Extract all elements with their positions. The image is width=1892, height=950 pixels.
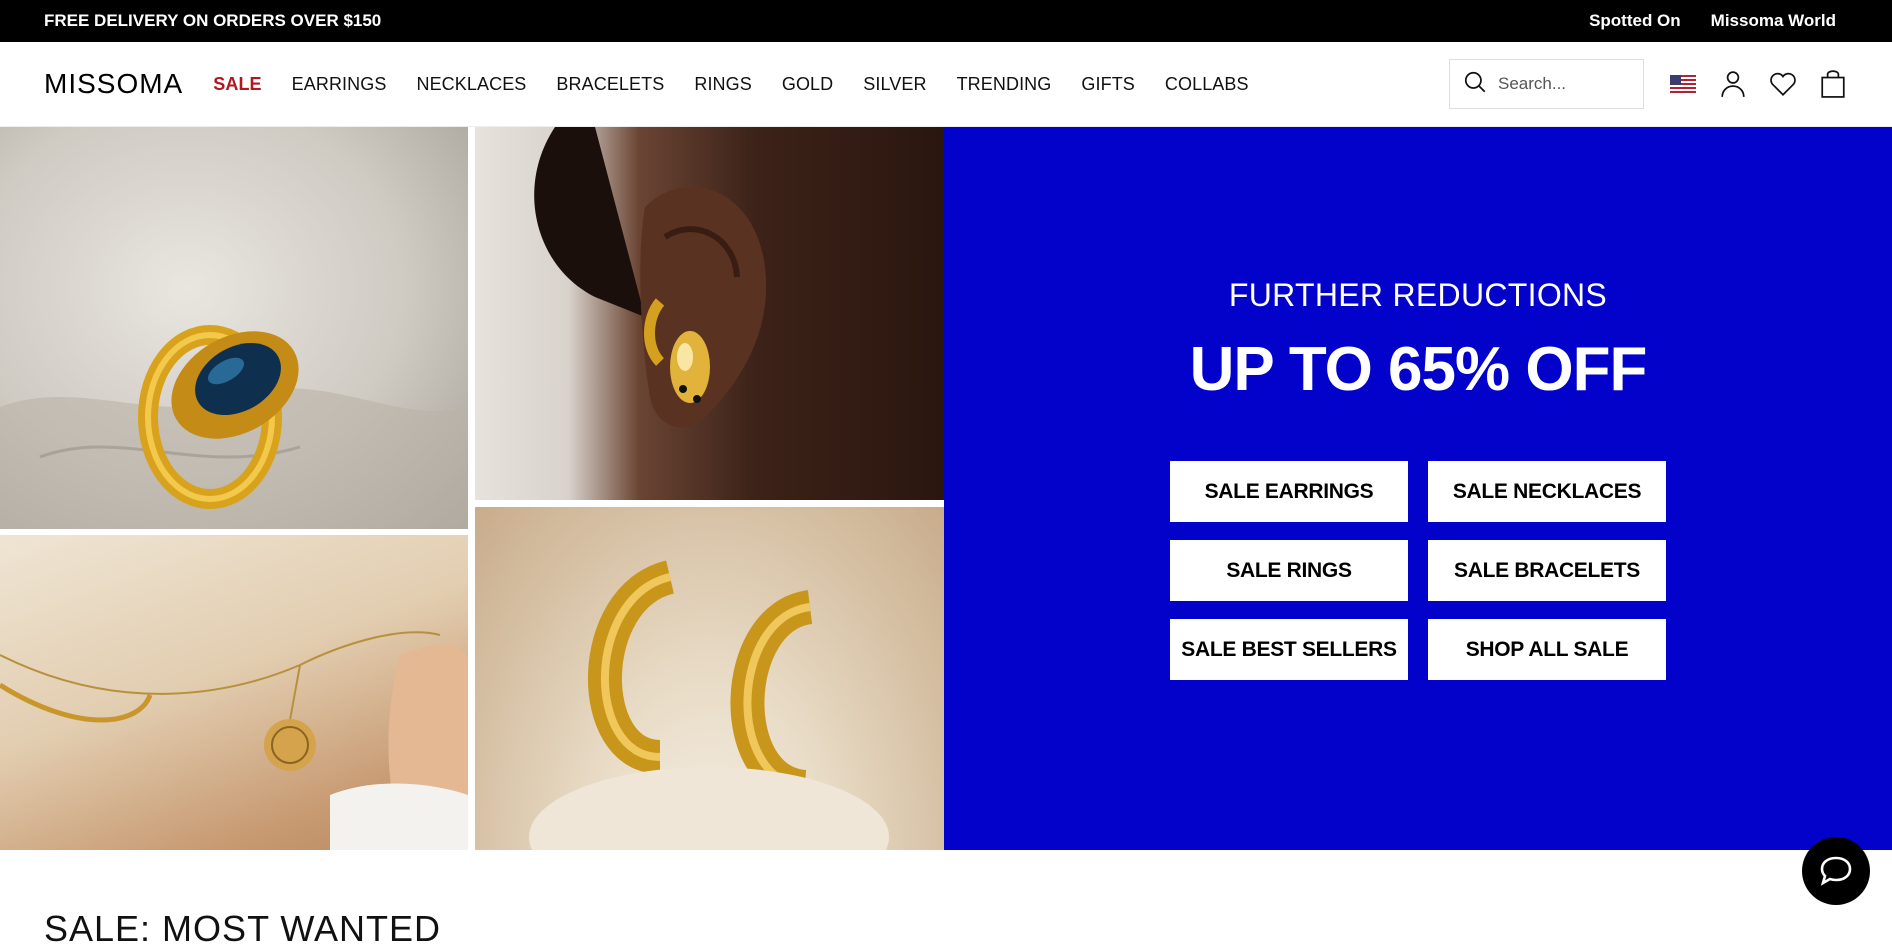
nav-item-gold[interactable]: GOLD: [782, 74, 833, 95]
necklace-image[interactable]: [0, 535, 468, 850]
nav-item-earrings[interactable]: EARRINGS: [292, 74, 387, 95]
promo-subheading: FURTHER REDUCTIONS: [1229, 277, 1607, 314]
sale-promo-panel: FURTHER REDUCTIONS UP TO 65% OFF SALE EA…: [944, 127, 1892, 850]
header-actions: [1449, 59, 1848, 109]
chat-bubble-icon[interactable]: [1802, 837, 1870, 905]
search-icon: [1462, 69, 1488, 100]
missoma-world-link[interactable]: Missoma World: [1711, 11, 1836, 31]
nav-item-silver[interactable]: SILVER: [863, 74, 926, 95]
site-header: MISSOMA SALE EARRINGS NECKLACES BRACELET…: [0, 42, 1892, 127]
missoma-logo[interactable]: MISSOMA: [44, 68, 183, 100]
sale-necklaces-button[interactable]: SALE NECKLACES: [1428, 461, 1666, 522]
ring-image[interactable]: [0, 127, 468, 529]
announcement-bar: FREE DELIVERY ON ORDERS OVER $150 Spotte…: [0, 0, 1892, 42]
topbar-links: Spotted On Missoma World: [1589, 11, 1836, 31]
account-icon[interactable]: [1718, 69, 1748, 99]
sale-earrings-button[interactable]: SALE EARRINGS: [1170, 461, 1408, 522]
most-wanted-heading: SALE: MOST WANTED: [44, 908, 441, 950]
nav-item-rings[interactable]: RINGS: [694, 74, 752, 95]
spotted-on-link[interactable]: Spotted On: [1589, 11, 1681, 31]
nav-item-sale[interactable]: SALE: [213, 74, 261, 95]
product-image-gallery: [0, 127, 944, 850]
sale-bracelets-button[interactable]: SALE BRACELETS: [1428, 540, 1666, 601]
hoop-earrings-image[interactable]: [475, 507, 944, 850]
nav-item-collabs[interactable]: COLLABS: [1165, 74, 1249, 95]
us-flag-icon[interactable]: [1668, 69, 1698, 99]
sale-best-sellers-button[interactable]: SALE BEST SELLERS: [1170, 619, 1408, 680]
nav-item-gifts[interactable]: GIFTS: [1081, 74, 1135, 95]
nav-item-necklaces[interactable]: NECKLACES: [416, 74, 526, 95]
ear-cuff-image[interactable]: [475, 127, 944, 500]
nav-item-trending[interactable]: TRENDING: [957, 74, 1052, 95]
wishlist-heart-icon[interactable]: [1768, 69, 1798, 99]
search-box[interactable]: [1449, 59, 1644, 109]
sale-rings-button[interactable]: SALE RINGS: [1170, 540, 1408, 601]
hero-banner: FURTHER REDUCTIONS UP TO 65% OFF SALE EA…: [0, 127, 1892, 850]
search-input[interactable]: [1498, 74, 1628, 94]
shop-all-sale-button[interactable]: SHOP ALL SALE: [1428, 619, 1666, 680]
nav-item-bracelets[interactable]: BRACELETS: [556, 74, 664, 95]
sale-category-buttons: SALE EARRINGS SALE NECKLACES SALE RINGS …: [1170, 461, 1666, 680]
free-delivery-text: FREE DELIVERY ON ORDERS OVER $150: [44, 11, 381, 31]
main-nav: SALE EARRINGS NECKLACES BRACELETS RINGS …: [213, 74, 1278, 95]
promo-headline: UP TO 65% OFF: [1190, 334, 1647, 405]
shopping-bag-icon[interactable]: [1818, 69, 1848, 99]
